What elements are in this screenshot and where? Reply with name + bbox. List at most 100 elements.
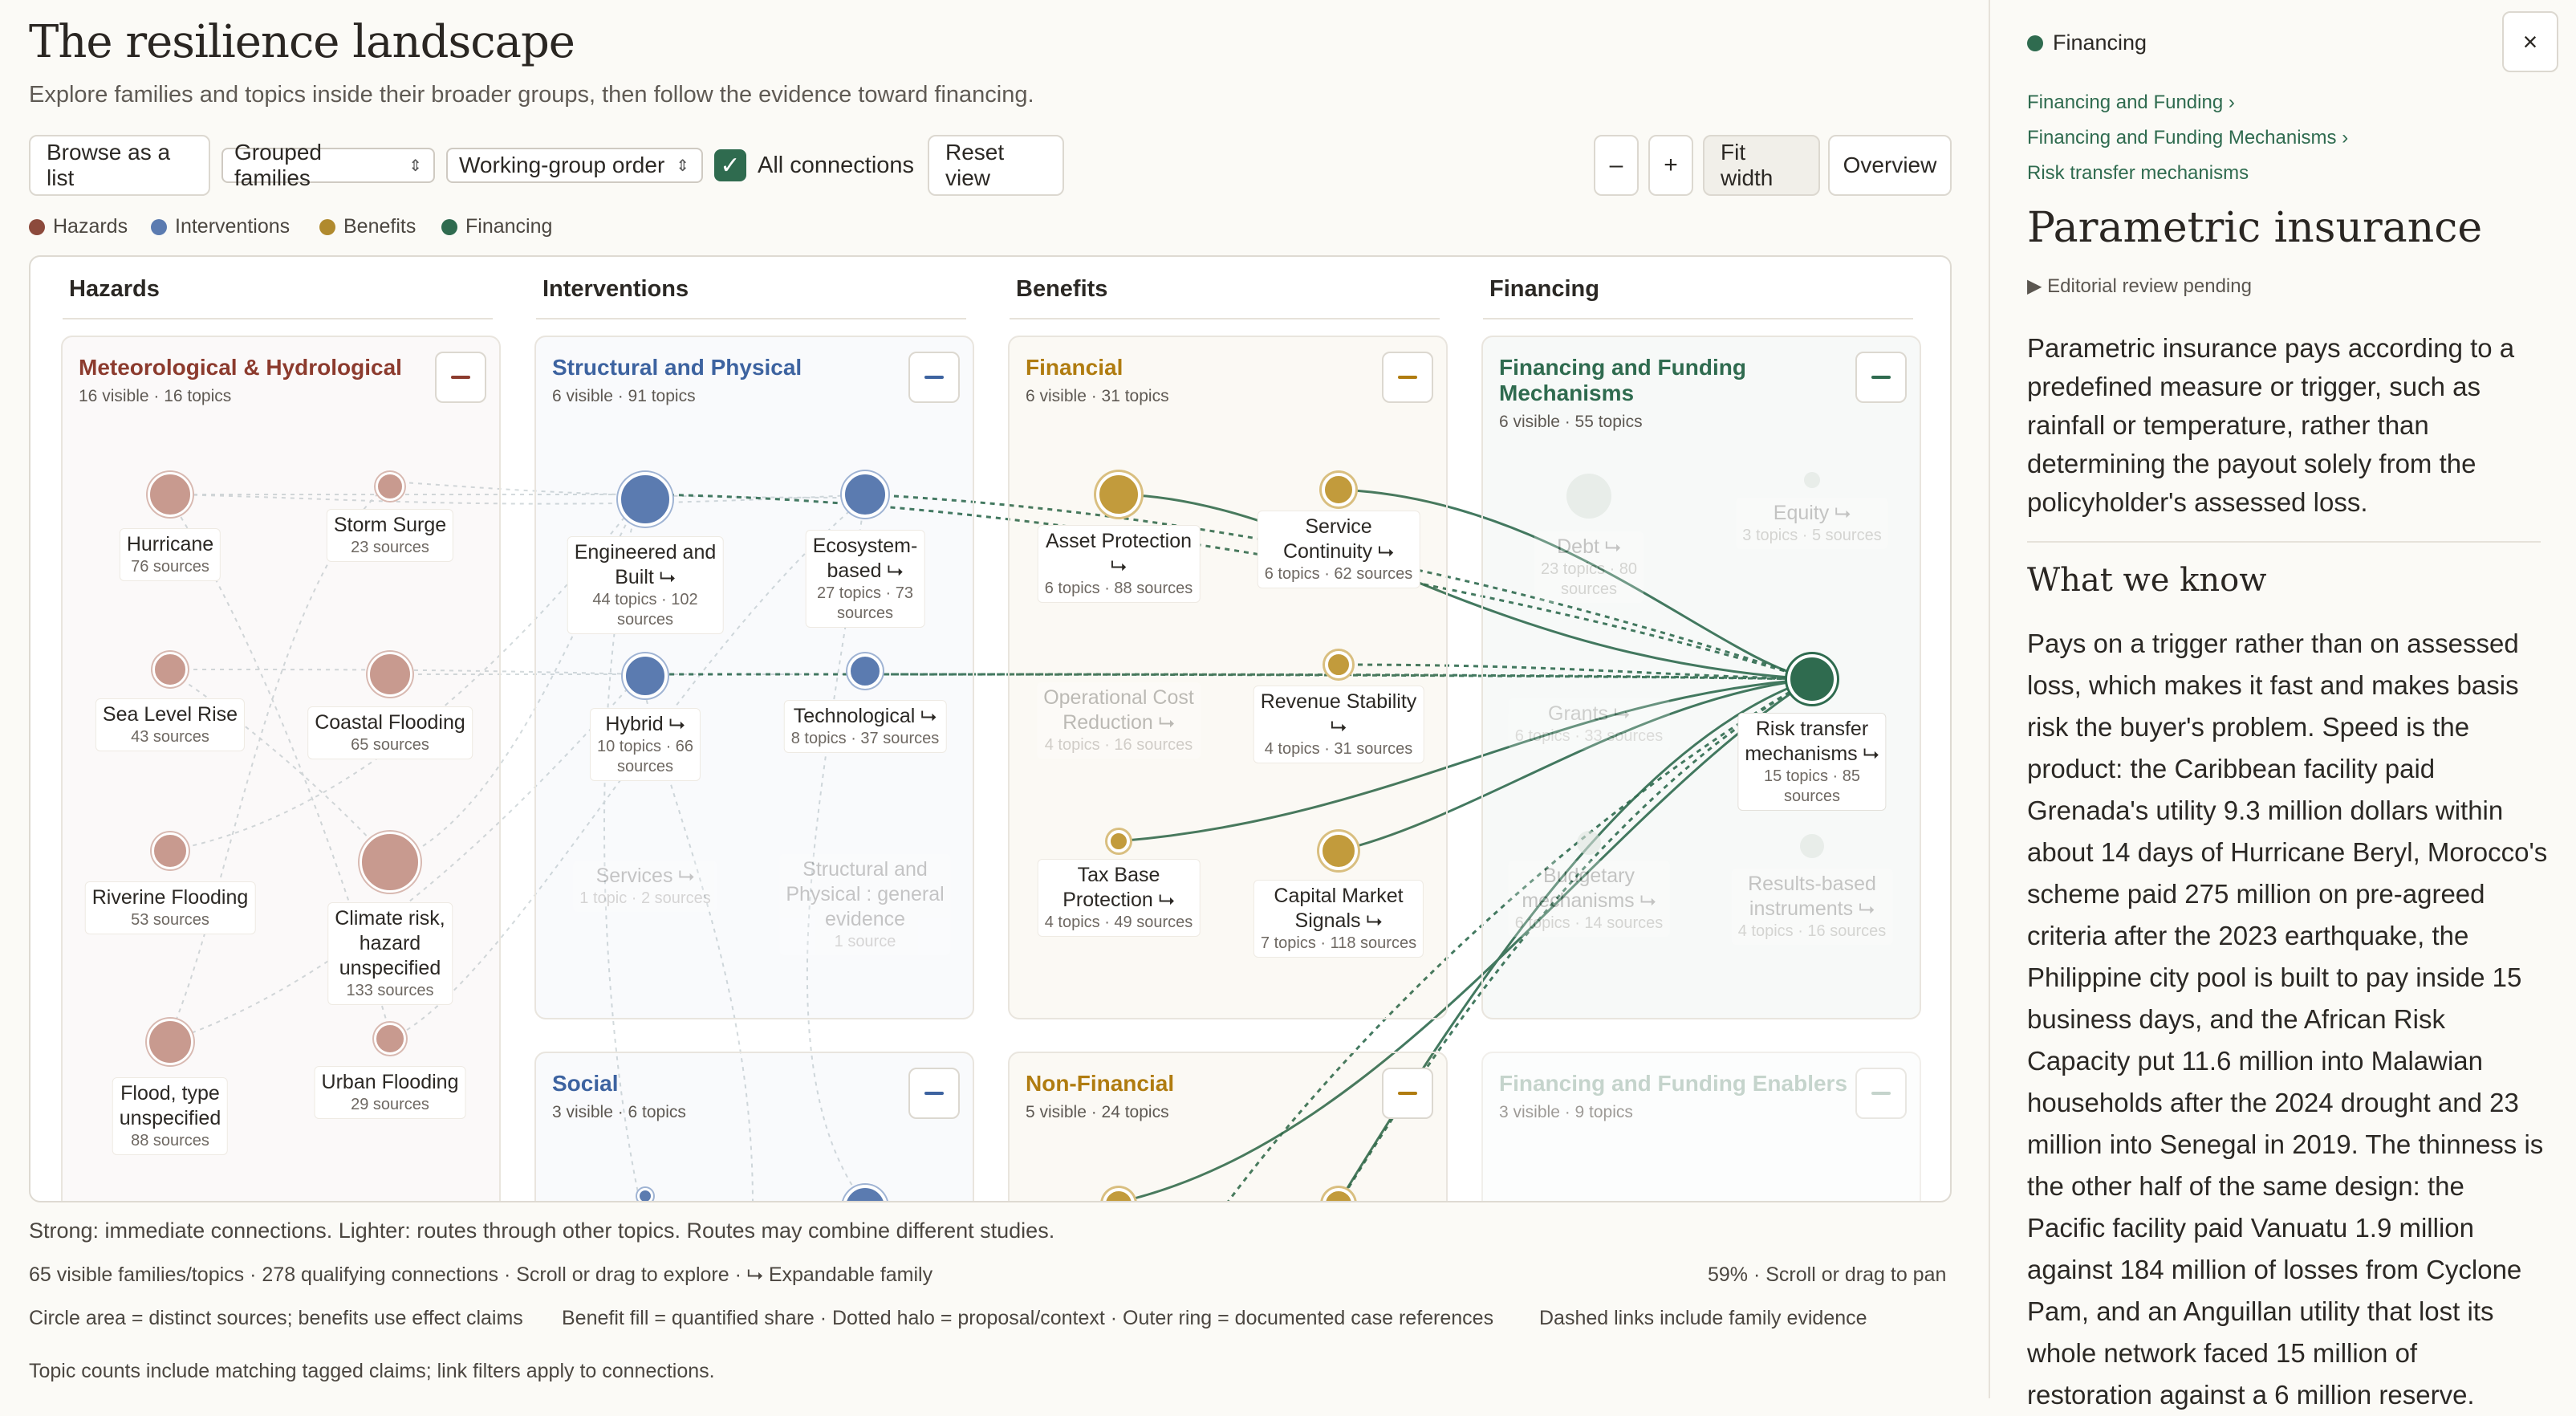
node-tax-base[interactable]: Tax Base Protection ⮡ 4 topics · 49 source… (1037, 859, 1201, 937)
close-panel-button[interactable]: × (2502, 11, 2558, 72)
order-select-value: Working-group order (459, 153, 665, 177)
minus-icon (1871, 376, 1891, 379)
all-connections-checkbox[interactable]: ✓ (714, 149, 746, 181)
collapse-family-button[interactable] (908, 352, 960, 403)
collapse-family-button[interactable] (908, 1068, 960, 1119)
legend-interventions: Interventions (151, 215, 290, 238)
breadcrumb-financing-mechanisms[interactable]: Financing and Funding Mechanisms › (2027, 127, 2348, 149)
node-technological[interactable]: Technological ⮡ 8 topics · 37 sources (783, 700, 947, 753)
node-circle-ecosystem[interactable] (842, 471, 888, 518)
zoom-status: 59% · Scroll or drag to pan (1708, 1263, 1947, 1286)
breadcrumb-financing-funding[interactable]: Financing and Funding › (2027, 92, 2235, 114)
node-circle-debt[interactable] (1566, 474, 1611, 519)
all-connections-label: All connections (758, 153, 915, 178)
zoom-in-button[interactable]: + (1648, 135, 1693, 196)
node-grants[interactable]: Grants ⮡ 6 topics · 33 sources (1508, 698, 1670, 750)
checkmark-icon: ✓ (720, 152, 741, 179)
panel-title: Parametric insurance (2027, 204, 2483, 252)
node-riverine-flooding[interactable]: Riverine Flooding 53 sources (84, 881, 256, 934)
collapse-family-button[interactable] (1855, 352, 1907, 403)
node-flood-unspecified[interactable]: Flood, type unspecified 88 sources (112, 1077, 229, 1155)
family-title: Social (552, 1071, 619, 1096)
node-services[interactable]: Services ⮡ 1 topic · 2 sources (573, 861, 717, 912)
node-capital-market[interactable]: Capital Market Signals ⮡ 7 topics · 118 so… (1253, 880, 1424, 958)
family-subtitle: 6 visible · 55 topics (1499, 413, 1643, 431)
panel-category: Financing (2027, 31, 2147, 55)
overview-button[interactable]: Overview (1828, 135, 1952, 196)
node-circle-storm-surge[interactable] (376, 472, 404, 501)
what-we-know-heading: What we know (2027, 562, 2267, 599)
column-rule (63, 318, 493, 319)
legend-dot (151, 218, 167, 235)
family-non-financial[interactable]: Non-Financial 5 visible · 24 topics (1008, 1052, 1448, 1201)
legend-dot (441, 218, 457, 235)
node-circle-budgetary[interactable] (1577, 831, 1601, 855)
node-engineered-built[interactable]: Engineered and Built ⮡ 44 topics · 102 sour… (567, 536, 724, 634)
node-circle-social-partial[interactable] (637, 1188, 653, 1201)
family-title: Non-Financial (1026, 1071, 1175, 1096)
node-circle-sea-level[interactable] (152, 652, 188, 687)
zoom-out-button[interactable]: – (1594, 135, 1639, 196)
browse-list-button[interactable]: Browse as a list (29, 135, 210, 196)
node-circle-flood[interactable] (147, 1019, 193, 1065)
node-equity[interactable]: Equity ⮡ 3 topics · 5 sources (1736, 498, 1888, 549)
grouping-select[interactable]: Grouped families ⇕ (221, 140, 435, 190)
node-circle-hurricane[interactable] (148, 472, 193, 517)
node-circle-urban[interactable] (374, 1023, 406, 1055)
node-urban-flooding[interactable]: Urban Flooding 29 sources (314, 1066, 466, 1119)
panel-category-label: Financing (2053, 31, 2147, 55)
family-title: Meteorological & Hydrological (79, 355, 402, 380)
family-title: Financing and Funding Enablers (1499, 1071, 1848, 1096)
collapse-family-button[interactable] (1855, 1068, 1907, 1119)
family-financing-enablers[interactable]: Financing and Funding Enablers 3 visible… (1481, 1052, 1921, 1201)
node-hybrid[interactable]: Hybrid ⮡ 10 topics · 66 sources (589, 708, 701, 781)
network-canvas[interactable]: Hazards Interventions Benefits Financing… (29, 255, 1952, 1202)
node-circle-revenue[interactable] (1325, 651, 1352, 678)
collapse-family-button[interactable] (1382, 352, 1433, 403)
node-circle-riverine[interactable] (152, 832, 189, 869)
fit-width-button[interactable]: Fit width (1703, 135, 1820, 196)
legend-note-strength: Strong: immediate connections. Lighter: … (29, 1219, 1055, 1243)
legend-hazards: Hazards (29, 215, 128, 238)
legend-dot (29, 218, 45, 235)
node-revenue-stability[interactable]: Revenue Stability ⮡ 4 topics · 31 sources (1253, 686, 1424, 763)
family-subtitle: 16 visible · 16 topics (79, 387, 232, 405)
node-circle-tax-base[interactable] (1107, 830, 1130, 852)
node-debt[interactable]: Debt ⮡ 23 topics · 80 sources (1534, 531, 1644, 603)
family-social[interactable]: Social 3 visible · 6 topics (534, 1052, 974, 1201)
collapse-family-button[interactable] (1382, 1068, 1433, 1119)
node-circle-engineered[interactable] (618, 472, 672, 527)
node-service-continuity[interactable]: Service Continuity ⮡ 6 topics · 62 sources (1257, 511, 1420, 588)
node-hurricane[interactable]: Hurricane 76 sources (119, 528, 221, 581)
node-circle-climate-risk[interactable] (360, 832, 421, 893)
status-counts: 65 visible families/topics · 278 qualify… (29, 1263, 933, 1286)
node-risk-transfer[interactable]: Risk transfer mechanisms ⮡ 15 topics · 85 s… (1737, 713, 1887, 811)
node-circle-risk-transfer[interactable] (1787, 654, 1837, 704)
node-circle-service-continuity[interactable] (1322, 473, 1355, 507)
editorial-review-toggle[interactable]: ▶ Editorial review pending (2027, 275, 2252, 298)
breadcrumb-risk-transfer[interactable]: Risk transfer mechanisms (2027, 162, 2249, 185)
node-asset-protection[interactable]: Asset Protection ⮡ 6 topics · 88 sources (1037, 525, 1201, 603)
node-structural-general[interactable]: Structural and Physical : general evidence… (779, 854, 951, 955)
panel-description: Parametric insurance pays according to a… (2027, 333, 2515, 517)
node-circle-results-based[interactable] (1800, 834, 1824, 858)
node-circle-hybrid[interactable] (623, 653, 668, 698)
node-results-based[interactable]: Results-based instruments ⮡ 4 topics · 16 … (1731, 869, 1893, 945)
node-circle-equity[interactable] (1804, 472, 1820, 488)
node-ecosystem-based[interactable]: Ecosystem-based ⮡ 27 topics · 73 sources (805, 530, 925, 628)
page-subtitle: Explore families and topics inside their… (29, 82, 1034, 108)
node-storm-surge[interactable]: Storm Surge 23 sources (326, 509, 454, 562)
node-circle-coastal[interactable] (368, 652, 412, 697)
node-sea-level-rise[interactable]: Sea Level Rise 43 sources (95, 698, 246, 751)
node-climate-risk[interactable]: Climate risk, hazard unspecified 133 source… (327, 902, 453, 1005)
node-operational-cost[interactable]: Operational Cost Reduction ⮡ 4 topics · 16… (1037, 682, 1201, 759)
node-circle-technological[interactable] (847, 653, 883, 689)
reset-view-button[interactable]: Reset view (928, 135, 1064, 196)
collapse-family-button[interactable] (435, 352, 486, 403)
order-select[interactable]: Working-group order ⇕ (446, 148, 703, 183)
node-coastal-flooding[interactable]: Coastal Flooding 65 sources (307, 706, 473, 759)
node-circle-capital-market[interactable] (1319, 832, 1358, 870)
node-budgetary[interactable]: Budgetary mechanisms ⮡ 6 topics · 14 sourc… (1508, 861, 1670, 937)
node-circle-asset-protection[interactable] (1096, 472, 1141, 517)
legend-note-topic-counts: Topic counts include matching tagged cla… (29, 1360, 715, 1382)
